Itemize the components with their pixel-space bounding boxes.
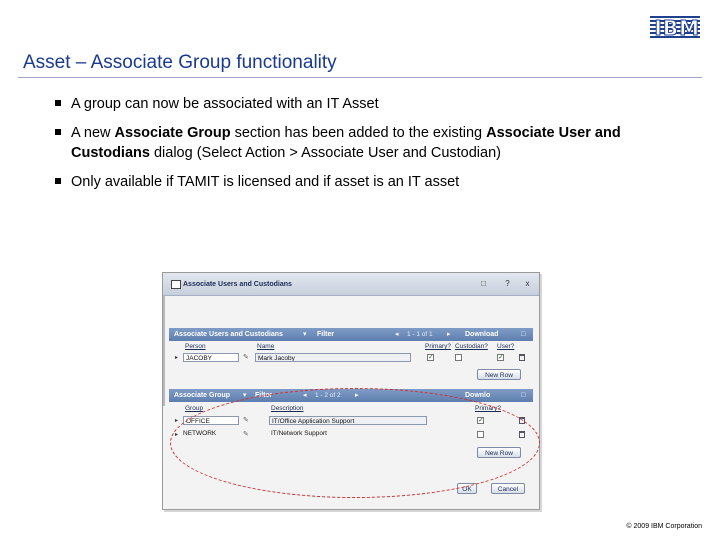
ok-button[interactable]: OK (457, 483, 477, 494)
bullet-text: A new (71, 125, 115, 141)
bullet-text: A group can now be associated with an IT… (71, 96, 379, 112)
help-icon[interactable]: ? (503, 279, 512, 288)
users-new-row-button[interactable]: New Row (477, 369, 521, 380)
pencil-icon[interactable]: ✎ (243, 416, 249, 424)
users-filter-link[interactable]: Filter (317, 331, 334, 338)
copyright: © 2009 IBM Corporation (626, 523, 702, 530)
trash-icon[interactable] (519, 354, 525, 361)
associate-users-dialog: Associate Users and Custodians □ ? x Ass… (162, 272, 540, 510)
group-download-link[interactable]: Downlo (465, 392, 490, 399)
maximize-table-icon[interactable]: □ (521, 331, 528, 338)
group-new-row-button[interactable]: New Row (477, 447, 521, 458)
col-group-primary[interactable]: Primary? (475, 405, 501, 412)
pencil-icon[interactable]: ✎ (243, 353, 249, 361)
bullet-item: Only available if TAMIT is licensed and … (55, 172, 675, 192)
col-primary[interactable]: Primary? (425, 343, 451, 350)
dialog-window-icon (171, 280, 181, 289)
pencil-icon[interactable]: ✎ (243, 430, 249, 438)
group-section-header: Associate Group ▾ Filter ◂ 1 - 2 of 2 ▸ … (169, 389, 533, 402)
ibm-logo: IBM (650, 16, 700, 41)
group-value-network: NETWORK (183, 430, 217, 437)
close-icon[interactable]: x (523, 279, 532, 288)
previous-page-icon[interactable]: ◂ (303, 392, 310, 399)
description-field-office: IT/Office Application Support (269, 416, 427, 425)
group-field-office[interactable]: OFFICE (183, 416, 239, 425)
bullet-item: A new Associate Group section has been a… (55, 123, 675, 163)
trash-icon[interactable] (519, 431, 525, 438)
dialog-title: Associate Users and Custodians (183, 281, 292, 288)
title-divider (18, 77, 702, 78)
row-selector[interactable]: ▸ (175, 417, 178, 424)
bullet-text: section has been added to the existing (230, 125, 487, 141)
group-filter-link[interactable]: Filter (255, 392, 272, 399)
cancel-button[interactable]: Cancel (491, 483, 525, 494)
group-row-count: 1 - 2 of 2 (315, 392, 341, 399)
group-primary-checkbox-office[interactable]: ✓ (477, 417, 484, 424)
previous-page-icon[interactable]: ◂ (395, 331, 402, 338)
person-field[interactable]: JACOBY (183, 353, 239, 362)
col-custodian[interactable]: Custodian? (455, 343, 488, 350)
col-person[interactable]: Person (185, 343, 206, 350)
description-value-network: IT/Network Support (271, 430, 327, 437)
bullet-text: Associate Group (114, 125, 231, 141)
minimize-icon[interactable]: □ (479, 279, 488, 288)
bullet-list: A group can now be associated with an IT… (55, 94, 675, 201)
left-frame-strip (163, 296, 165, 406)
bullet-text: dialog (Select Action > Associate User a… (149, 145, 501, 161)
next-page-icon[interactable]: ▸ (447, 331, 454, 338)
maximize-table-icon[interactable]: □ (521, 392, 528, 399)
trash-icon[interactable] (519, 417, 525, 424)
bullet-item: A group can now be associated with an IT… (55, 94, 675, 114)
bullet-text: Only available if TAMIT is licensed and … (71, 174, 460, 190)
col-user[interactable]: User? (497, 343, 514, 350)
name-field: Mark Jacoby (255, 353, 411, 362)
dialog-titlebar: Associate Users and Custodians □ ? x (163, 273, 539, 296)
row-selector[interactable]: ▸ (175, 354, 178, 361)
filter-icon[interactable]: ▾ (303, 331, 310, 338)
primary-checkbox[interactable]: ✓ (427, 354, 434, 361)
filter-icon[interactable]: ▾ (243, 392, 250, 399)
col-description[interactable]: Description (271, 405, 304, 412)
custodian-checkbox[interactable] (455, 354, 462, 361)
slide-title: Asset – Associate Group functionality (23, 52, 337, 73)
user-checkbox[interactable]: ✓ (497, 354, 504, 361)
col-name[interactable]: Name (257, 343, 274, 350)
users-section-header: Associate Users and Custodians Filter ▾ … (169, 328, 533, 341)
col-group[interactable]: Group (185, 405, 203, 412)
users-section-title: Associate Users and Custodians (174, 331, 283, 338)
group-primary-checkbox-network[interactable] (477, 431, 484, 438)
group-section-title: Associate Group (174, 392, 231, 399)
users-download-link[interactable]: Download (465, 331, 498, 338)
row-selector[interactable]: ▸ (175, 431, 178, 438)
next-page-icon[interactable]: ▸ (355, 392, 362, 399)
ibm-logo-text: IBM (654, 16, 700, 41)
users-row-count: 1 - 1 of 1 (407, 331, 433, 338)
